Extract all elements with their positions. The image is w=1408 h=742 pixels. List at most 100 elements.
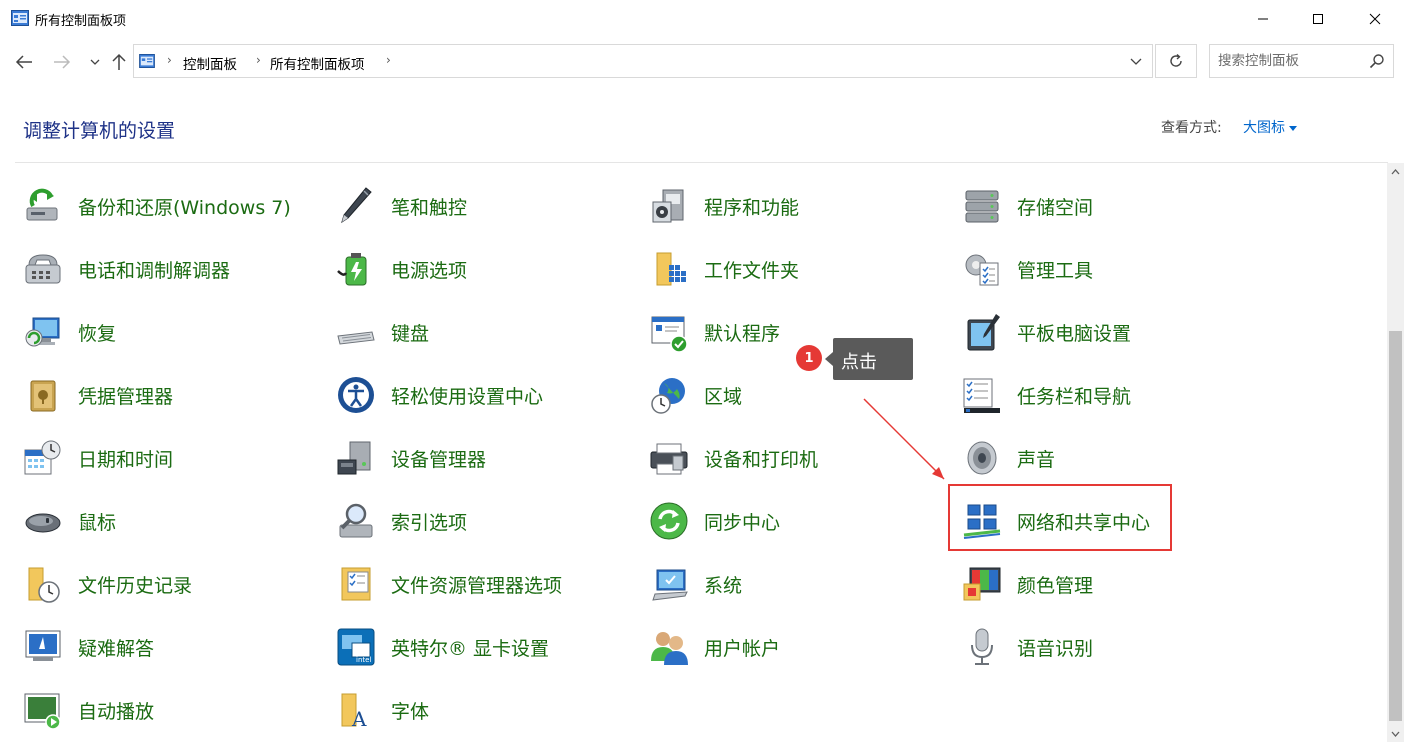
chevron-down-icon[interactable]: [1128, 53, 1144, 69]
item-label: 任务栏和导航: [1017, 385, 1132, 408]
search-input[interactable]: [1218, 52, 1368, 70]
item-troubleshooting[interactable]: 疑难解答: [23, 619, 154, 675]
item-label: 文件历史记录: [78, 574, 193, 597]
tablet-icon: [967, 314, 1000, 351]
file-history-icon: [28, 567, 60, 603]
item-folder-options[interactable]: 文件资源管理器选项: [336, 556, 562, 612]
taskbar-icon: [963, 378, 1000, 413]
item-file-history[interactable]: 文件历史记录: [23, 556, 192, 612]
scroll-thumb[interactable]: [1389, 331, 1402, 721]
maximize-button[interactable]: [1295, 0, 1341, 38]
item-label: 恢复: [78, 322, 117, 345]
item-label: 工作文件夹: [704, 259, 800, 282]
breadcrumb-separator: ›: [256, 53, 261, 67]
refresh-button[interactable]: [1155, 44, 1197, 78]
sound-icon: [967, 441, 997, 475]
breadcrumb-all-items[interactable]: 所有控制面板项: [270, 53, 365, 73]
item-ease-of-access[interactable]: 轻松使用设置中心: [336, 367, 543, 423]
item-fonts[interactable]: A 字体: [336, 682, 429, 738]
item-backup-restore[interactable]: 备份和还原(Windows 7): [23, 178, 291, 234]
item-color-management[interactable]: 颜色管理: [962, 556, 1093, 612]
item-label: 凭据管理器: [78, 385, 174, 408]
item-work-folders[interactable]: 工作文件夹: [649, 241, 799, 297]
callout-text: 点击: [841, 352, 877, 373]
back-arrow-icon: [15, 55, 32, 69]
item-power[interactable]: 电源选项: [336, 241, 467, 297]
item-storage-spaces[interactable]: 存储空间: [962, 178, 1093, 234]
close-button[interactable]: [1352, 0, 1398, 38]
maximize-icon: [1313, 14, 1323, 24]
recent-locations-button[interactable]: [84, 50, 106, 74]
back-button[interactable]: [13, 50, 35, 74]
item-label: 设备管理器: [391, 448, 487, 471]
item-label: 键盘: [391, 322, 430, 345]
chevron-down-icon: [90, 59, 100, 65]
page-title: 调整计算机的设置: [23, 120, 176, 142]
item-mouse[interactable]: 鼠标: [23, 493, 116, 549]
item-label: 英特尔® 显卡设置: [391, 637, 550, 660]
item-devices-printers[interactable]: 设备和打印机: [649, 430, 818, 486]
divider: [15, 162, 1388, 163]
item-keyboard[interactable]: 键盘: [336, 304, 429, 360]
item-autoplay[interactable]: 自动播放: [23, 682, 154, 738]
search-icon[interactable]: [1369, 53, 1385, 69]
annotation-callout: 点击: [825, 338, 913, 380]
item-credential-manager[interactable]: 凭据管理器: [23, 367, 173, 423]
item-system[interactable]: 系统: [649, 556, 742, 612]
programs-icon: [652, 189, 684, 223]
item-programs[interactable]: 程序和功能: [649, 178, 799, 234]
minimize-button[interactable]: [1240, 0, 1286, 38]
ease-of-access-icon: [338, 377, 374, 413]
folder-options-icon: [341, 567, 371, 601]
troubleshoot-icon: [25, 630, 61, 661]
scroll-up-button[interactable]: [1387, 163, 1404, 180]
printer-icon: [650, 443, 688, 475]
item-recovery[interactable]: 恢复: [23, 304, 116, 360]
view-mode-value: 大图标: [1243, 120, 1285, 136]
item-label: 备份和还原(Windows 7): [78, 196, 291, 219]
system-icon: [652, 569, 688, 601]
item-phone-modem[interactable]: 电话和调制解调器: [23, 241, 230, 297]
item-date-time[interactable]: 日期和时间: [23, 430, 173, 486]
close-icon: [1369, 13, 1381, 25]
forward-button[interactable]: [51, 50, 73, 74]
title-bar: 所有控制面板项: [0, 0, 1408, 38]
scroll-down-button[interactable]: [1387, 725, 1404, 742]
autoplay-icon: [24, 693, 61, 730]
intel-graphics-icon: intel: [337, 628, 375, 666]
item-label: 声音: [1017, 448, 1056, 471]
control-panel-icon: [11, 10, 29, 26]
item-label: 设备和打印机: [704, 448, 819, 471]
item-region[interactable]: 区域: [649, 367, 742, 423]
item-sound[interactable]: 声音: [962, 430, 1055, 486]
work-folders-icon: [656, 252, 686, 286]
item-speech-recognition[interactable]: 语音识别: [962, 619, 1093, 675]
item-tablet-settings[interactable]: 平板电脑设置: [962, 304, 1131, 360]
item-default-programs[interactable]: 默认程序: [649, 304, 780, 360]
fonts-icon: A: [341, 693, 367, 730]
item-device-manager[interactable]: 设备管理器: [336, 430, 486, 486]
item-label: 程序和功能: [704, 196, 800, 219]
item-indexing-options[interactable]: 索引选项: [336, 493, 467, 549]
view-mode-dropdown[interactable]: 大图标: [1243, 117, 1297, 137]
item-sync-center[interactable]: 同步中心: [649, 493, 780, 549]
item-admin-tools[interactable]: 管理工具: [962, 241, 1093, 297]
item-label: 笔和触控: [391, 196, 468, 219]
up-button[interactable]: [108, 50, 130, 74]
users-icon: [651, 632, 688, 665]
item-label: 自动播放: [78, 700, 155, 723]
item-pen-touch[interactable]: 笔和触控: [336, 178, 467, 234]
item-taskbar-navigation[interactable]: 任务栏和导航: [962, 367, 1131, 423]
minimize-icon: [1258, 18, 1268, 20]
default-programs-icon: [651, 316, 688, 352]
breadcrumb-control-panel[interactable]: 控制面板: [183, 53, 237, 73]
item-label: 颜色管理: [1017, 574, 1094, 597]
address-bar[interactable]: › 控制面板 › 所有控制面板项 ›: [133, 44, 1153, 78]
item-label: 平板电脑设置: [1017, 322, 1132, 345]
item-user-accounts[interactable]: 用户帐户: [649, 619, 780, 675]
vertical-scrollbar[interactable]: [1387, 163, 1404, 742]
forward-arrow-icon: [54, 55, 71, 69]
search-box[interactable]: [1209, 44, 1394, 78]
item-intel-graphics[interactable]: intel 英特尔® 显卡设置: [336, 619, 549, 675]
step-badge: 1: [796, 345, 822, 371]
